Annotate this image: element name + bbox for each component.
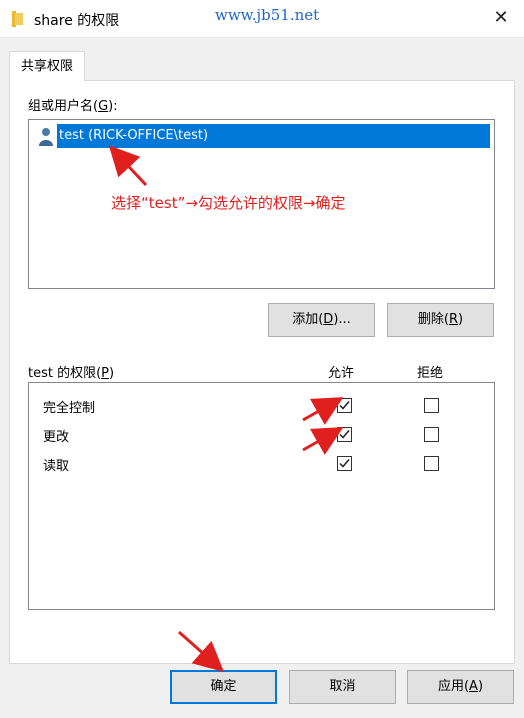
- list-item[interactable]: test (RICK-OFFICE\test): [35, 124, 490, 148]
- cancel-button[interactable]: 取消: [289, 670, 396, 704]
- allow-checkbox[interactable]: [337, 398, 352, 413]
- permissions-label: test 的权限(P): [28, 366, 115, 381]
- permission-row-read: 读取: [29, 449, 494, 477]
- close-button[interactable]: ✕: [478, 0, 524, 38]
- check-icon: [339, 430, 350, 439]
- permissions-list: 完全控制 更改 读取: [28, 382, 495, 610]
- permission-row-change: 更改: [29, 420, 494, 448]
- tab-panel: 组或用户名(G): test (RICK-OFFICE\test) 选择“tes…: [9, 80, 515, 664]
- deny-header: 拒绝: [417, 366, 444, 381]
- permission-row-full-control: 完全控制: [29, 391, 494, 419]
- allow-checkbox[interactable]: [337, 427, 352, 442]
- title-bar: share 的权限 www.jb51.net ✕: [0, 0, 524, 38]
- deny-checkbox[interactable]: [424, 427, 439, 442]
- check-icon: [339, 459, 350, 468]
- allow-checkbox[interactable]: [337, 456, 352, 471]
- close-icon: ✕: [493, 7, 509, 28]
- dialog-body: 共享权限 组或用户名(G): test (RICK-OFFICE\test) 选…: [0, 38, 524, 718]
- remove-button[interactable]: 删除(R): [387, 303, 494, 337]
- annotation-text: 选择“test”→勾选允许的权限→确定: [111, 194, 346, 212]
- watermark-text: www.jb51.net: [215, 6, 320, 24]
- users-listbox[interactable]: test (RICK-OFFICE\test) 选择“test”→勾选允许的权限…: [28, 119, 495, 289]
- user-icon: [39, 128, 53, 146]
- check-icon: [339, 401, 350, 410]
- folder-icon: [12, 11, 23, 27]
- user-name: test (RICK-OFFICE\test): [57, 124, 490, 148]
- tab-share-permissions[interactable]: 共享权限: [9, 51, 85, 81]
- window-title: share 的权限: [34, 13, 120, 29]
- deny-checkbox[interactable]: [424, 398, 439, 413]
- deny-checkbox[interactable]: [424, 456, 439, 471]
- ok-button[interactable]: 确定: [170, 670, 277, 704]
- apply-button[interactable]: 应用(A): [407, 670, 514, 704]
- add-button[interactable]: 添加(D)...: [268, 303, 375, 337]
- allow-header: 允许: [328, 366, 355, 381]
- users-label: 组或用户名(G):: [28, 99, 118, 114]
